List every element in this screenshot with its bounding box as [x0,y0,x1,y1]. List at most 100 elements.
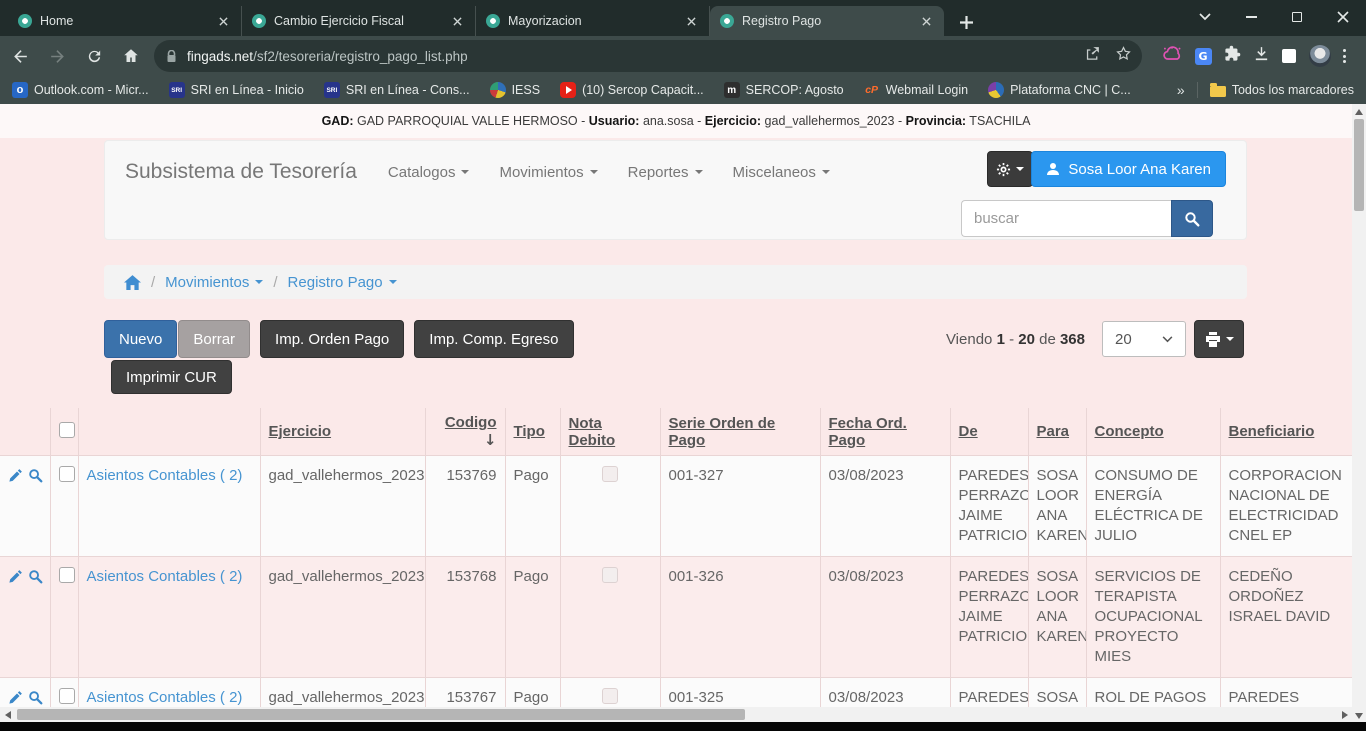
column-header-label[interactable]: Tipo [514,423,545,440]
bookmark-item[interactable]: mSERCOP: Agosto [724,82,844,98]
column-header-label[interactable]: Para [1037,423,1070,440]
back-button[interactable] [3,39,37,73]
breadcrumb-link[interactable]: Movimientos [165,274,263,291]
page-size-select[interactable]: 20 [1102,321,1186,357]
side-panel-button[interactable] [1282,49,1296,63]
print-menu-button[interactable] [1194,320,1244,358]
asientos-contables-link[interactable]: Asientos Contables ( 2) [87,467,243,484]
browser-tab[interactable]: Mayorizacion [476,6,710,36]
close-icon [1337,11,1349,23]
profile-avatar[interactable] [1309,45,1331,67]
horizontal-scrollbar-thumb[interactable] [17,709,745,720]
browser-menu-button[interactable] [1343,49,1346,63]
tab-search-button[interactable] [1182,0,1228,34]
new-tab-button[interactable] [952,8,980,36]
horizontal-scrollbar[interactable] [0,707,1352,722]
minimize-button[interactable] [1228,0,1274,34]
view-row-button[interactable] [28,569,43,590]
home-button[interactable] [114,39,148,73]
menu-item-reportes[interactable]: Reportes [613,164,718,181]
vertical-scrollbar[interactable] [1352,104,1366,723]
column-header-label[interactable]: Nota Debito [569,415,616,449]
column-header-label[interactable]: Beneficiario [1229,423,1315,440]
address-bar[interactable]: fingads.net/sf2/tesoreria/registro_pago_… [154,40,1142,72]
borrar-button[interactable]: Borrar [178,320,250,358]
nota-debito-checkbox [602,688,618,704]
scroll-left-arrow[interactable] [0,707,15,722]
extension-cloud-button[interactable] [1162,46,1182,67]
edit-row-button[interactable] [8,569,23,590]
bookmark-item[interactable]: SRISRI en Línea - Inicio [169,82,304,98]
caret-down-icon [1016,167,1024,171]
column-header-label[interactable]: Codigo [445,414,497,431]
close-tab-button[interactable] [918,13,934,29]
select-all-checkbox[interactable] [59,422,75,438]
cell-fecha: 03/08/2023 [820,456,950,557]
column-header-label[interactable]: Ejercicio [269,423,332,440]
scroll-up-arrow[interactable] [1352,104,1366,119]
bookmark-star-button[interactable] [1115,45,1132,67]
imprimir-cur-button[interactable]: Imprimir CUR [111,360,232,394]
menu-item-movimientos[interactable]: Movimientos [484,164,612,181]
scroll-right-arrow[interactable] [1337,707,1352,722]
forward-icon [48,47,67,66]
column-header-label[interactable]: De [959,423,978,440]
asientos-contables-link[interactable]: Asientos Contables ( 2) [87,568,243,585]
bookmark-item[interactable]: Plataforma CNC | C... [988,82,1131,98]
search-button[interactable] [1171,200,1213,237]
downloads-button[interactable] [1253,45,1270,67]
settings-button[interactable] [987,151,1033,187]
browser-tab[interactable]: Cambio Ejercicio Fiscal [242,6,476,36]
asientos-contables-link[interactable]: Asientos Contables ( 2) [87,689,243,706]
share-button[interactable] [1084,45,1101,67]
all-bookmarks-button[interactable]: Todos los marcadores [1210,83,1354,97]
breadcrumb-label: Movimientos [165,274,249,291]
restore-button[interactable] [1274,0,1320,34]
bookmark-item[interactable]: SRISRI en Línea - Cons... [324,82,470,98]
translate-extension-button[interactable]: G [1195,48,1212,65]
reload-button[interactable] [77,39,111,73]
vertical-scrollbar-thumb[interactable] [1354,119,1364,211]
chevron-down-icon [1199,13,1211,21]
close-window-button[interactable] [1320,0,1366,34]
column-header-label[interactable]: Serie Orden de Pago [669,415,776,449]
nuevo-button[interactable]: Nuevo [104,320,177,358]
close-tab-button[interactable] [449,13,465,29]
bookmarks-overflow-button[interactable]: » [1165,82,1197,98]
imp-comp-egreso-button[interactable]: Imp. Comp. Egreso [414,320,573,358]
bookmark-item[interactable]: cPWebmail Login [864,82,968,98]
row-checkbox[interactable] [59,466,75,482]
scroll-down-arrow[interactable] [1352,708,1366,723]
close-tab-button[interactable] [215,13,231,29]
column-header-para: Para [1028,408,1086,456]
forward-button[interactable] [40,39,74,73]
edit-row-button[interactable] [8,468,23,489]
cpanel-icon: cP [864,82,880,98]
user-button[interactable]: Sosa Loor Ana Karen [1031,151,1226,187]
column-header-label[interactable]: Fecha Ord. Pago [829,415,907,449]
search-input[interactable] [961,200,1171,237]
column-header-beneficiario: Beneficiario [1220,408,1352,456]
menu-item-catalogos[interactable]: Catalogos [373,164,485,181]
column-header-label[interactable]: Concepto [1095,423,1164,440]
menu-label: Reportes [628,164,689,181]
view-row-button[interactable] [28,468,43,489]
row-checkbox[interactable] [59,567,75,583]
column-header-empty [78,408,260,456]
extensions-menu-button[interactable] [1224,45,1241,67]
browser-tab[interactable]: Home [8,6,242,36]
bookmark-item[interactable]: (10) Sercop Capacit... [560,82,704,98]
browser-tab[interactable]: Registro Pago [710,6,944,36]
bookmark-item[interactable]: IESS [490,82,541,98]
bookmark-item[interactable]: oOutlook.com - Micr... [12,82,149,98]
breadcrumb-link[interactable]: Registro Pago [288,274,397,291]
bookmark-label: SRI en Línea - Cons... [346,83,470,97]
close-tab-button[interactable] [683,13,699,29]
imp-orden-pago-button[interactable]: Imp. Orden Pago [260,320,404,358]
youtube-icon [560,82,576,98]
breadcrumb-home-link[interactable] [124,275,141,290]
bookmark-label: (10) Sercop Capacit... [582,83,704,97]
row-checkbox[interactable] [59,688,75,704]
menu-item-miscelaneos[interactable]: Miscelaneos [718,164,845,181]
total-records: 368 [1060,331,1085,348]
